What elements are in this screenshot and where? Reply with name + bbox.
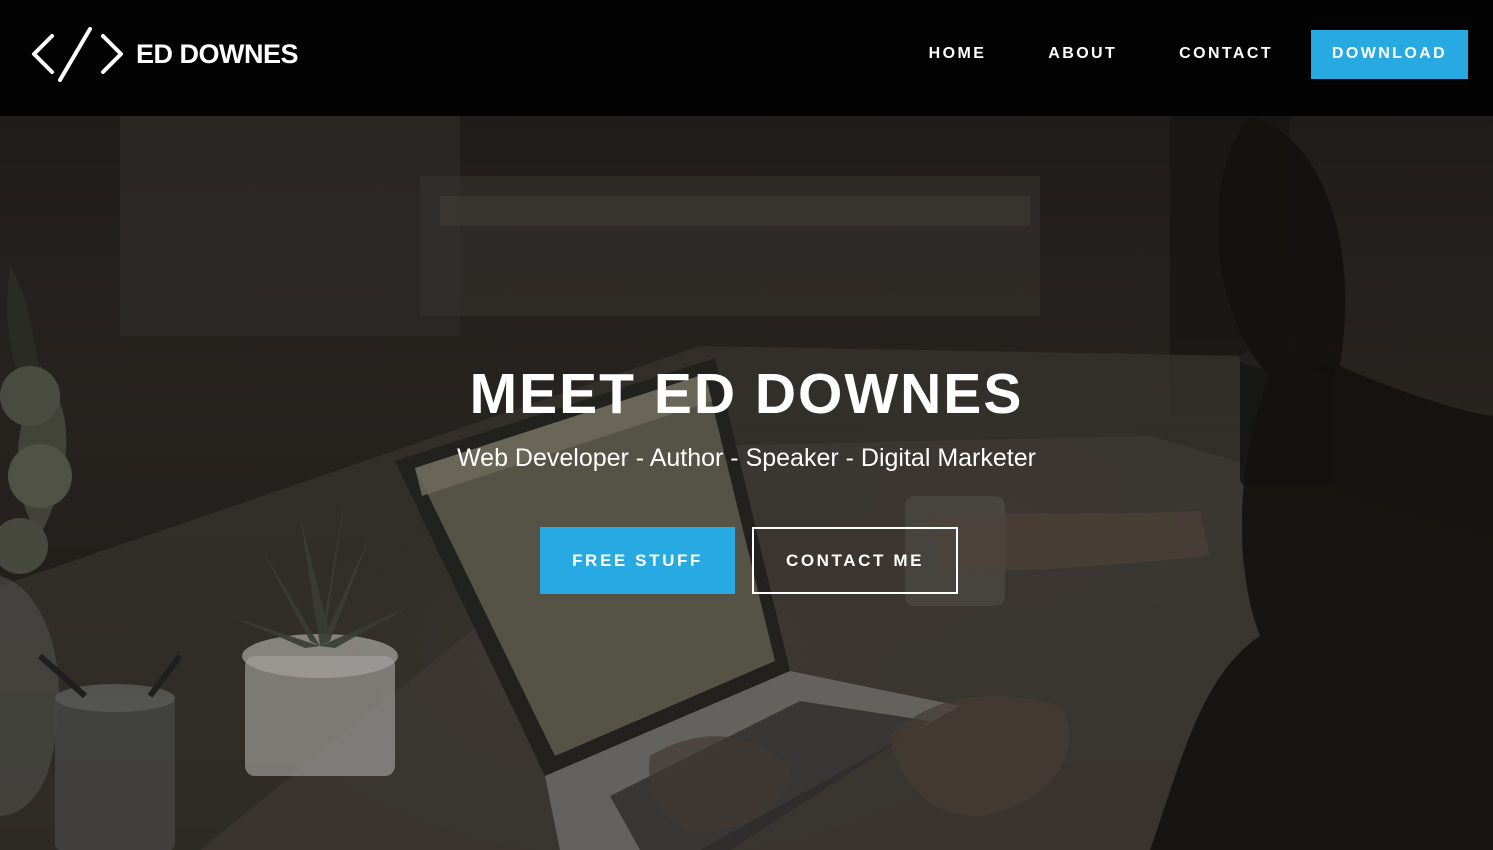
- top-navbar: ED DOWNES HOME ABOUT CONTACT DOWNLOAD: [0, 0, 1493, 116]
- main-nav: HOME ABOUT CONTACT DOWNLOAD: [898, 0, 1493, 108]
- nav-link-contact[interactable]: CONTACT: [1148, 30, 1304, 78]
- free-stuff-button[interactable]: FREE STUFF: [540, 527, 735, 594]
- nav-link-about[interactable]: ABOUT: [1017, 30, 1148, 78]
- contact-me-button[interactable]: CONTACT ME: [752, 527, 958, 594]
- nav-link-home[interactable]: HOME: [898, 30, 1018, 78]
- hero-content: MEET ED DOWNES Web Developer - Author - …: [0, 116, 1493, 850]
- hero-title: MEET ED DOWNES: [469, 362, 1024, 426]
- hero-subtitle: Web Developer - Author - Speaker - Digit…: [457, 444, 1036, 472]
- brand-logo-link[interactable]: ED DOWNES: [30, 26, 299, 82]
- code-brackets-icon: [32, 27, 123, 82]
- download-button[interactable]: DOWNLOAD: [1311, 29, 1468, 79]
- hero-section: MEET ED DOWNES Web Developer - Author - …: [0, 116, 1493, 850]
- brand-name: ED DOWNES: [136, 38, 299, 69]
